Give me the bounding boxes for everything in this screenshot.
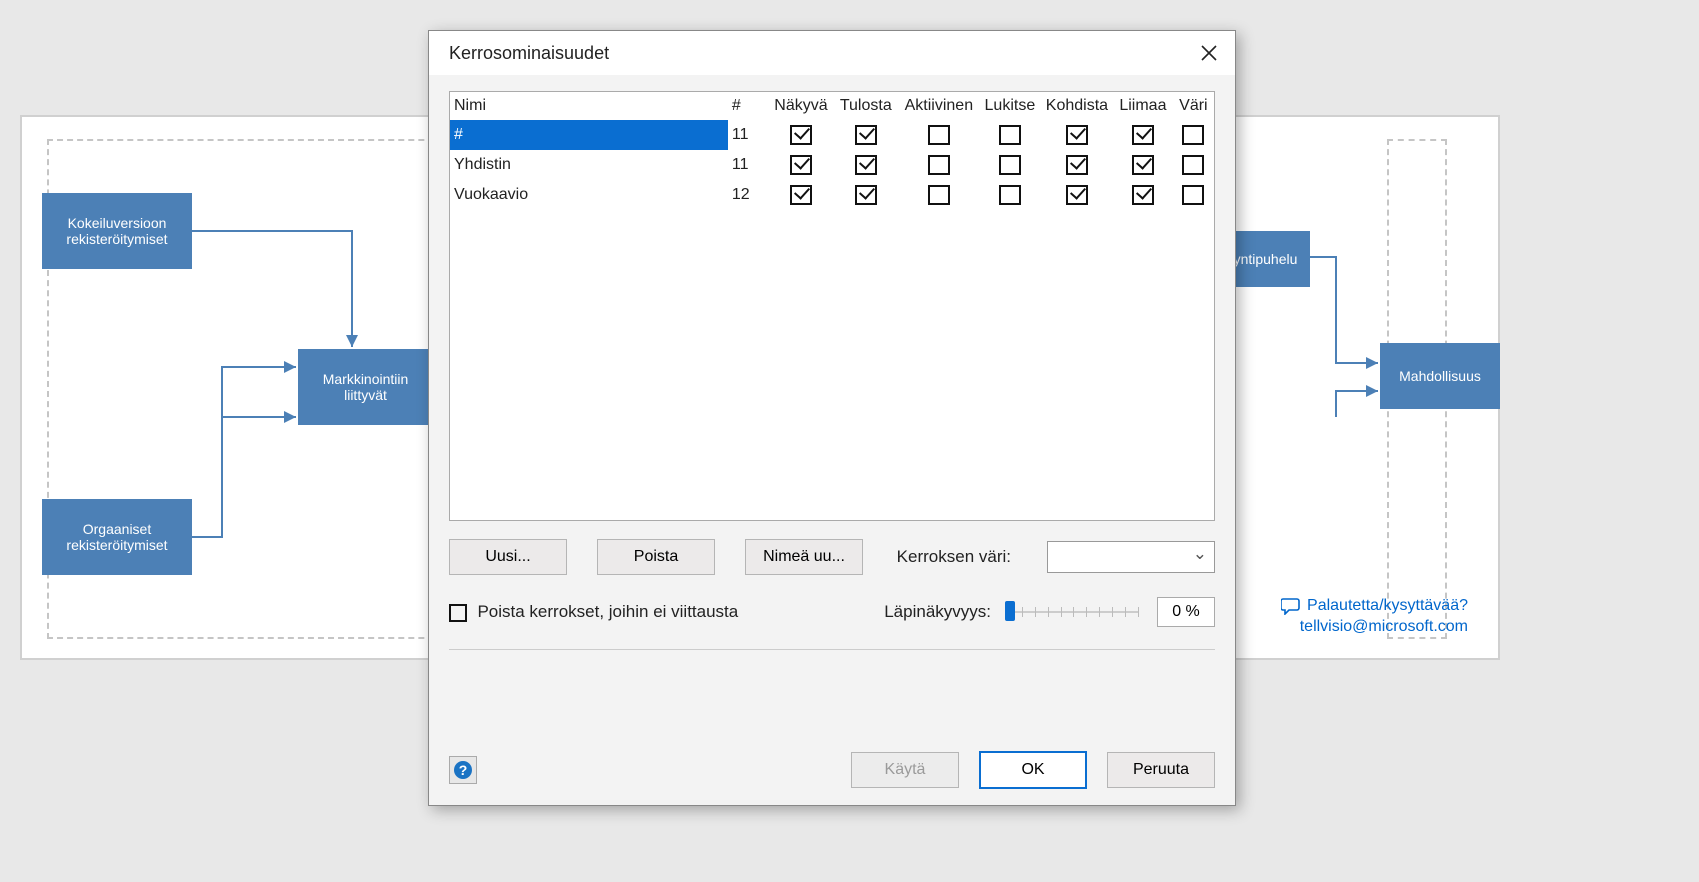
print-checkbox[interactable] [855,155,877,175]
row-name[interactable]: Yhdistin [450,150,728,180]
help-button[interactable]: ? [449,756,477,784]
color-checkbox[interactable] [1182,185,1204,205]
table-row[interactable]: Vuokaavio12 [450,180,1214,210]
col-print[interactable]: Tulosta [833,92,899,120]
delete-button[interactable]: Poista [597,539,715,575]
active-checkbox[interactable] [928,125,950,145]
connector [1308,387,1388,417]
snap-checkbox[interactable] [1066,125,1088,145]
feedback-line1: Palautetta/kysyttävää? [1307,597,1468,614]
ok-button[interactable]: OK [979,751,1087,789]
transparency-slider[interactable] [1009,601,1139,623]
flow-box-label: Markkinointiin liittyvät [302,371,429,403]
row-count[interactable]: 12 [728,180,769,210]
flow-box-label: Mahdollisuus [1399,368,1481,384]
transparency-value[interactable]: 0 % [1157,597,1215,627]
svg-text:?: ? [459,762,468,778]
col-active[interactable]: Aktiivinen [899,92,979,120]
flow-box-marketing[interactable]: Markkinointiin liittyvät [298,349,433,425]
flow-box-label: Kokeiluversioon rekisteröitymiset [46,215,188,247]
visible-checkbox[interactable] [790,125,812,145]
layers-grid[interactable]: Nimi # Näkyvä Tulosta Aktiivinen Lukitse… [449,91,1215,521]
lock-checkbox[interactable] [999,155,1021,175]
remove-unreferenced-option[interactable]: Poista kerrokset, joihin ei viittausta [449,602,738,622]
visible-checkbox[interactable] [790,155,812,175]
flow-box-label: Orgaaniset rekisteröitymiset [46,521,188,553]
dialog-titlebar: Kerrosominaisuudet [429,31,1235,75]
remove-unreferenced-label: Poista kerrokset, joihin ei viittausta [477,602,738,621]
flow-box-label: yyntipuhelu [1227,251,1298,267]
col-glue[interactable]: Liimaa [1113,92,1173,120]
col-count[interactable]: # [728,92,769,120]
layer-properties-dialog: Kerrosominaisuudet Nimi # Näkyvä Tulosta [428,30,1236,806]
visible-checkbox[interactable] [790,185,812,205]
row-count[interactable]: 11 [728,120,769,150]
feedback-line2: tellvisio@microsoft.com [1300,618,1468,635]
print-checkbox[interactable] [855,125,877,145]
rename-button[interactable]: Nimeä uu... [745,539,863,575]
feedback-link[interactable]: Palautetta/kysyttävää? tellvisio@microso… [1281,596,1468,638]
connector [192,417,312,547]
print-checkbox[interactable] [855,185,877,205]
active-checkbox[interactable] [928,155,950,175]
col-visible[interactable]: Näkyvä [769,92,833,120]
row-name[interactable]: Vuokaavio [450,180,728,210]
layer-color-label: Kerroksen väri: [897,547,1011,567]
column-headers: Nimi # Näkyvä Tulosta Aktiivinen Lukitse… [450,92,1214,120]
snap-checkbox[interactable] [1066,185,1088,205]
new-button[interactable]: Uusi... [449,539,567,575]
help-icon: ? [453,760,473,780]
flow-box-organic[interactable]: Orgaaniset rekisteröitymiset [42,499,192,575]
flow-box-trial[interactable]: Kokeiluversioon rekisteröitymiset [42,193,192,269]
col-snap[interactable]: Kohdista [1041,92,1113,120]
close-icon [1201,45,1217,61]
separator [449,649,1215,650]
dialog-title: Kerrosominaisuudet [449,43,609,64]
lock-checkbox[interactable] [999,125,1021,145]
table-row[interactable]: Yhdistin11 [450,150,1214,180]
connector [1308,257,1388,377]
apply-button: Käytä [851,752,959,788]
glue-checkbox[interactable] [1132,185,1154,205]
glue-checkbox[interactable] [1132,125,1154,145]
snap-checkbox[interactable] [1066,155,1088,175]
transparency-label: Läpinäkyvyys: [884,602,991,622]
lock-checkbox[interactable] [999,185,1021,205]
col-color[interactable]: Väri [1173,92,1214,120]
slider-thumb[interactable] [1005,601,1015,621]
glue-checkbox[interactable] [1132,155,1154,175]
active-checkbox[interactable] [928,185,950,205]
connector [192,367,312,397]
col-name[interactable]: Nimi [450,92,728,120]
layer-color-combo[interactable] [1047,541,1215,573]
color-checkbox[interactable] [1182,155,1204,175]
flow-box-opportunity[interactable]: Mahdollisuus [1380,343,1500,409]
col-lock[interactable]: Lukitse [979,92,1041,120]
row-count[interactable]: 11 [728,150,769,180]
cancel-button[interactable]: Peruuta [1107,752,1215,788]
table-row[interactable]: #11 [450,120,1214,150]
connector [192,229,372,359]
color-checkbox[interactable] [1182,125,1204,145]
checkbox-icon [449,604,467,622]
feedback-icon [1281,597,1303,615]
row-name[interactable]: # [450,120,728,150]
close-button[interactable] [1197,41,1221,65]
